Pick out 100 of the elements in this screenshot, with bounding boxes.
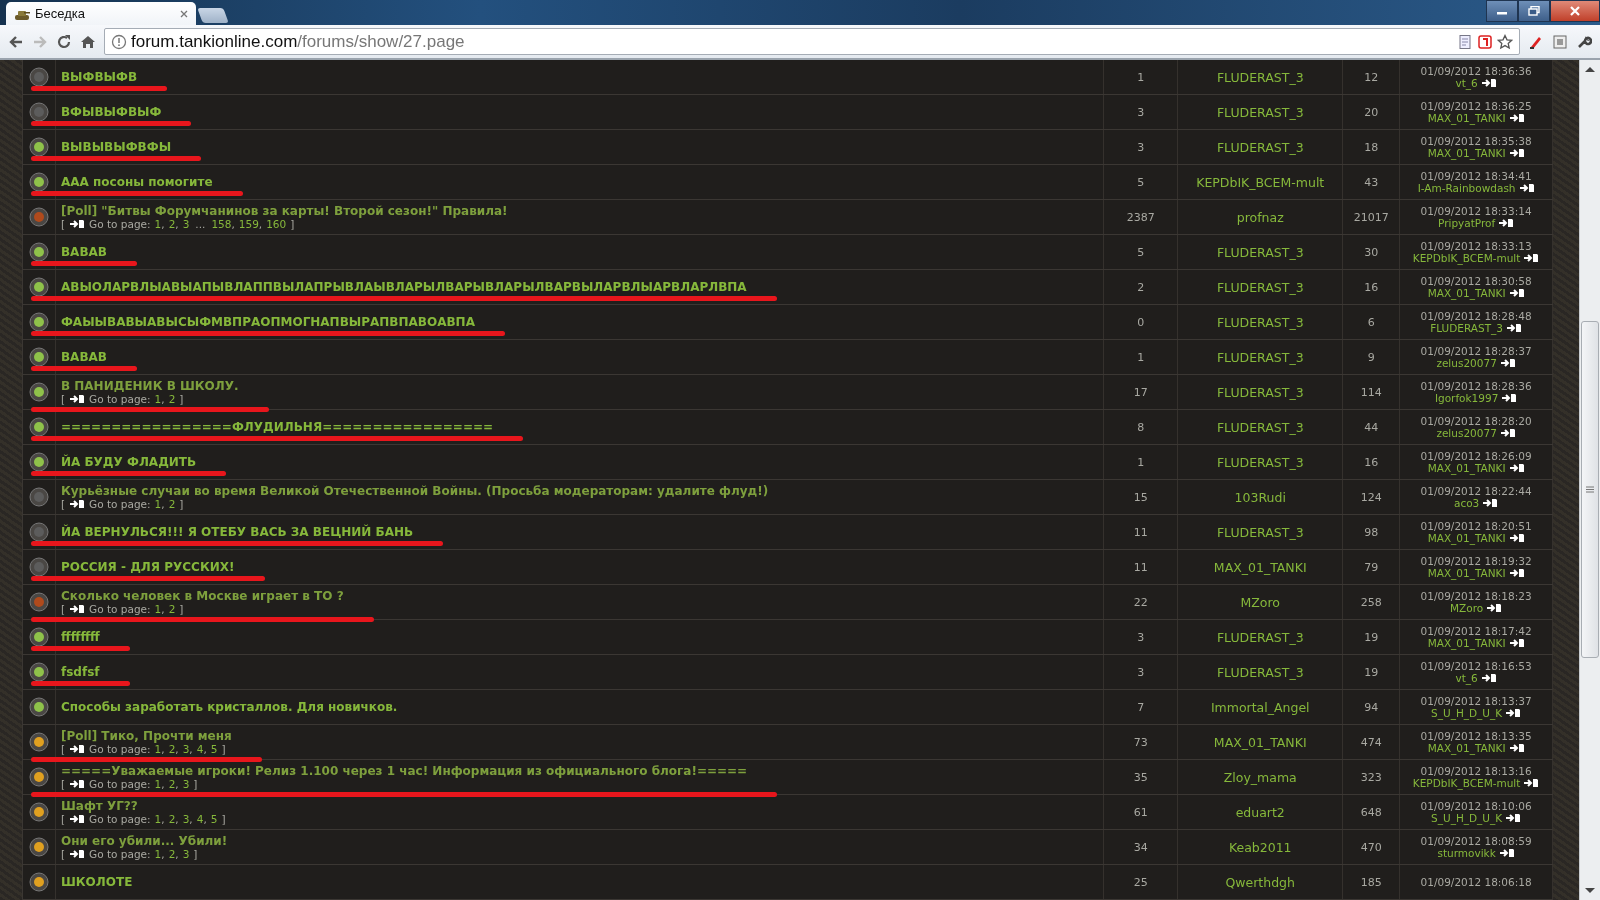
topic-title-link[interactable]: fsdfsf <box>60 665 100 679</box>
arrow-page-icon[interactable] <box>1508 288 1525 298</box>
last-poster-link[interactable]: MZoro <box>1450 602 1484 614</box>
extension-icon[interactable] <box>1552 33 1568 50</box>
last-poster-link[interactable]: MAX_01_TANKI <box>1427 567 1506 579</box>
arrow-page-icon[interactable] <box>1498 848 1515 858</box>
author-link[interactable]: profnaz <box>1236 209 1284 225</box>
arrow-page-icon[interactable] <box>1480 78 1497 88</box>
arrow-page-icon[interactable] <box>1505 813 1522 823</box>
topic-title-link[interactable]: [Poll] Тико, Прочти меня <box>60 729 232 743</box>
scrollbar[interactable] <box>1579 60 1600 900</box>
author-link[interactable]: FLUDERAST_3 <box>1216 244 1304 260</box>
last-poster-link[interactable]: sturmovikk <box>1437 847 1496 859</box>
topic-title-link[interactable]: Шафт УГ?? <box>60 799 226 813</box>
last-poster-link[interactable]: KEPDbIK_BCEM-mult <box>1412 777 1521 789</box>
author-link[interactable]: FLUDERAST_3 <box>1216 419 1304 435</box>
arrow-page-icon[interactable] <box>1508 638 1525 648</box>
page-link[interactable]: 2 <box>168 393 176 405</box>
author-link[interactable]: Qwerthdgh <box>1225 874 1295 890</box>
topic-title-link[interactable]: ВФЫВЫФВЫФ <box>60 105 162 119</box>
author-link[interactable]: Immortal_Angel <box>1210 699 1310 715</box>
author-link[interactable]: FLUDERAST_3 <box>1216 629 1304 645</box>
scroll-down-icon[interactable] <box>1585 888 1595 894</box>
topic-title-link[interactable]: =====Уважаемые игроки! Релиз 1.100 через 1 час! Информация из официального блога!===== <box>60 764 748 778</box>
reload-icon[interactable] <box>56 33 72 50</box>
page-link[interactable]: 2 <box>168 603 176 615</box>
last-poster-link[interactable]: MAX_01_TANKI <box>1427 147 1506 159</box>
author-link[interactable]: FLUDERAST_3 <box>1216 664 1304 680</box>
author-link[interactable]: FLUDERAST_3 <box>1216 349 1304 365</box>
arrow-page-icon[interactable] <box>1508 148 1525 158</box>
author-link[interactable]: 103Rudi <box>1234 489 1286 505</box>
page-link[interactable]: 160 <box>266 218 287 230</box>
topic-title-link[interactable]: АВЫОЛАРВЛЫАВЫАПЫВЛАППВЫЛАПРЫВЛАЫВЛАРЫЛВАРЫВЛАРЫЛВАРВЫЛАРВЛЫАРВЛАРЛВПА <box>60 280 747 294</box>
page-link[interactable]: 5 <box>210 813 218 825</box>
author-link[interactable]: FLUDERAST_3 <box>1216 314 1304 330</box>
author-link[interactable]: FLUDERAST_3 <box>1216 454 1304 470</box>
close-window-button[interactable] <box>1550 0 1600 22</box>
last-poster-link[interactable]: MAX_01_TANKI <box>1427 637 1506 649</box>
topic-title-link[interactable]: ВЫВЫВЫФВФЫ <box>60 140 172 154</box>
arrow-page-icon[interactable] <box>1508 743 1525 753</box>
last-poster-link[interactable]: MAX_01_TANKI <box>1427 532 1506 544</box>
arrow-page-icon[interactable] <box>1498 218 1515 228</box>
topic-title-link[interactable]: ФАЫЫВАВЫАВЫСЫФМВПРАОПМОГНАПВЫРАПВПАВОАВПА <box>60 315 475 329</box>
last-poster-link[interactable]: aco3 <box>1453 497 1480 509</box>
page-link[interactable]: 159 <box>238 218 259 230</box>
last-poster-link[interactable]: vt_6 <box>1455 672 1478 684</box>
topic-title-link[interactable]: РОССИЯ - ДЛЯ РУССКИХ! <box>60 560 235 574</box>
author-link[interactable]: Zloy_mama <box>1223 769 1297 785</box>
extension-icon[interactable] <box>1477 33 1493 50</box>
arrow-page-icon[interactable] <box>1508 568 1525 578</box>
arrow-page-icon[interactable] <box>1518 183 1535 193</box>
arrow-page-icon[interactable] <box>1523 778 1540 788</box>
last-poster-link[interactable]: KEPDbIK_BCEM-mult <box>1412 252 1521 264</box>
close-icon[interactable] <box>180 9 188 18</box>
topic-title-link[interactable]: ЙА БУДУ ФЛАДИТЬ <box>60 455 197 469</box>
author-link[interactable]: KEPDbIK_BCEM-mult <box>1196 174 1325 190</box>
topic-title-link[interactable]: ШКОЛОТЕ <box>60 875 133 889</box>
author-link[interactable]: FLUDERAST_3 <box>1216 104 1304 120</box>
maximize-button[interactable] <box>1518 0 1550 22</box>
topic-title-link[interactable]: Способы заработать кристаллов. Для новичков. <box>60 700 398 714</box>
scroll-up-icon[interactable] <box>1585 66 1595 72</box>
last-poster-link[interactable]: I-Am-Rainbowdash <box>1417 182 1516 194</box>
author-link[interactable]: FLUDERAST_3 <box>1216 524 1304 540</box>
author-link[interactable]: MAX_01_TANKI <box>1213 559 1307 575</box>
back-icon[interactable] <box>8 33 24 50</box>
arrow-page-icon[interactable] <box>1508 463 1525 473</box>
topic-title-link[interactable]: ВАВАВ <box>60 350 107 364</box>
topic-title-link[interactable]: =================ФЛУДИЛЬНЯ================= <box>60 420 494 434</box>
topic-title-link[interactable]: ffffffff <box>60 630 100 644</box>
page-icon[interactable] <box>1457 33 1473 50</box>
arrow-page-icon[interactable] <box>1499 358 1516 368</box>
author-link[interactable]: FLUDERAST_3 <box>1216 69 1304 85</box>
author-link[interactable]: FLUDERAST_3 <box>1216 139 1304 155</box>
topic-title-link[interactable]: ЙА ВЕРНУЛЬСЯ!!! Я ОТЕБУ ВАСЬ ЗА ВЕЦНИЙ БАНЬ <box>60 525 414 539</box>
arrow-page-icon[interactable] <box>1506 323 1523 333</box>
last-poster-link[interactable]: FLUDERAST_3 <box>1430 322 1504 334</box>
new-tab-button[interactable] <box>197 8 229 23</box>
address-bar[interactable]: forum.tankionline.com/forums/show/27.page <box>104 28 1520 55</box>
arrow-page-icon[interactable] <box>1508 533 1525 543</box>
last-poster-link[interactable]: MAX_01_TANKI <box>1427 462 1506 474</box>
home-icon[interactable] <box>80 33 96 50</box>
star-icon[interactable] <box>1497 33 1513 50</box>
author-link[interactable]: MZoro <box>1240 594 1280 610</box>
topic-title-link[interactable]: ВАВАВ <box>60 245 107 259</box>
page-link[interactable]: 5 <box>210 743 218 755</box>
last-poster-link[interactable]: MAX_01_TANKI <box>1427 742 1506 754</box>
page-link[interactable]: 3 <box>182 778 190 790</box>
topic-title-link[interactable]: В ПАНИДЕНИК В ШКОЛУ. <box>60 379 239 393</box>
arrow-page-icon[interactable] <box>1523 253 1540 263</box>
last-poster-link[interactable]: zelus20077 <box>1436 427 1497 439</box>
author-link[interactable]: eduart2 <box>1235 804 1285 820</box>
last-poster-link[interactable]: S_U_H_D_U_K <box>1431 707 1503 719</box>
author-link[interactable]: FLUDERAST_3 <box>1216 384 1304 400</box>
browser-tab[interactable]: Беседка <box>6 2 196 25</box>
topic-title-link[interactable]: Курьёзные случаи во время Великой Отечественной Войны. (Просьба модераторам: удалите флуд!) <box>60 484 769 498</box>
author-link[interactable]: MAX_01_TANKI <box>1213 734 1307 750</box>
last-poster-link[interactable]: zelus20077 <box>1436 357 1497 369</box>
topic-title-link[interactable]: Сколько человек в Москве играет в ТО ? <box>60 589 344 603</box>
last-poster-link[interactable]: MAX_01_TANKI <box>1427 112 1506 124</box>
page-link[interactable]: 3 <box>182 218 190 230</box>
